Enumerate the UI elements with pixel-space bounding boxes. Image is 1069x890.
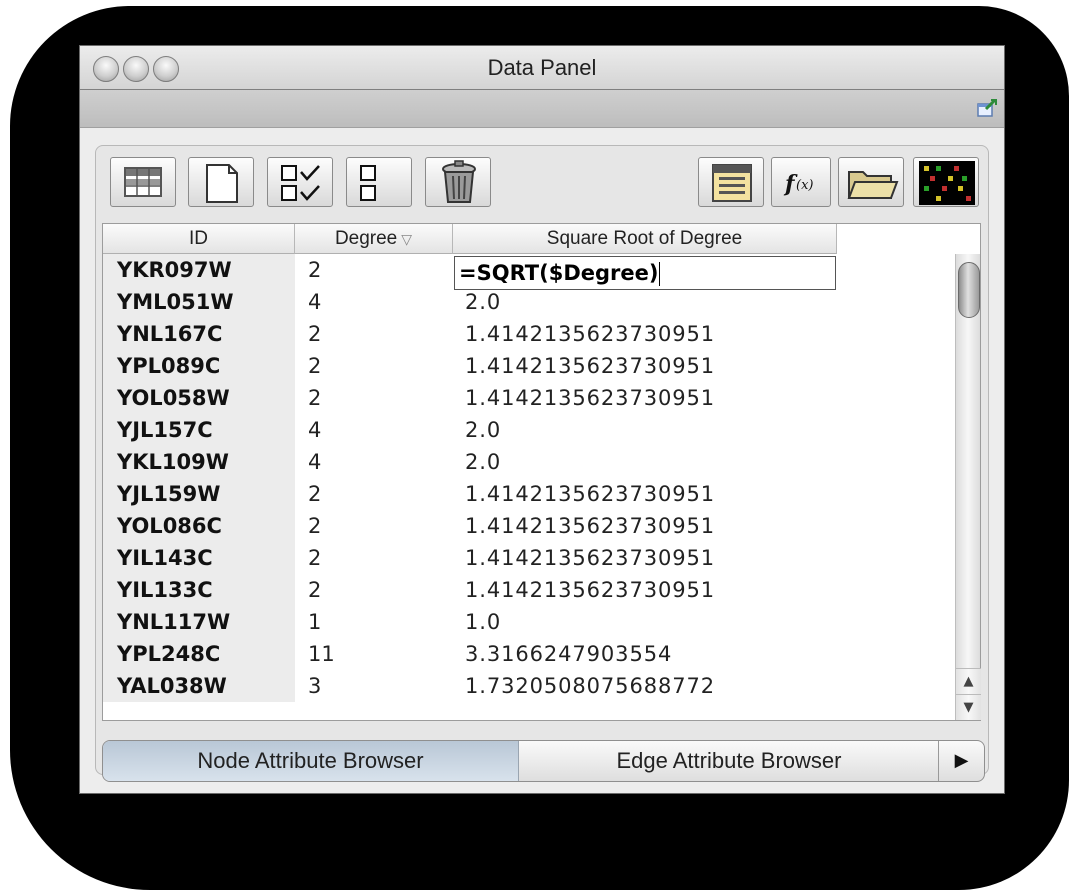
table-row[interactable]: YIL133C 2 1.4142135623730951 (103, 574, 958, 607)
function-icon: f (x) (783, 171, 813, 197)
open-folder-icon (847, 171, 899, 199)
cell-degree[interactable]: 2 (308, 382, 448, 415)
window-title: Data Panel (487, 55, 597, 80)
table-row[interactable]: YNL167C 2 1.4142135623730951 (103, 318, 958, 351)
cell-id[interactable]: YJL159W (103, 478, 295, 511)
cell-id[interactable]: YNL167C (103, 318, 295, 351)
table-row[interactable]: YPL089C 2 1.4142135623730951 (103, 350, 958, 383)
table-row[interactable]: YAL038W 3 1.7320508075688772 (103, 670, 958, 703)
text-caret (659, 262, 661, 286)
cell-sqrt[interactable]: 2.0 (465, 286, 855, 319)
table-row[interactable]: YPL248C 11 3.3166247903554 (103, 638, 958, 671)
attribute-list-button[interactable] (698, 157, 764, 207)
table-row[interactable]: YML051W 4 2.0 (103, 286, 958, 319)
cell-degree[interactable]: 2 (308, 254, 448, 287)
heatmap-button[interactable] (913, 157, 979, 207)
cell-degree[interactable]: 2 (308, 574, 448, 607)
cell-id[interactable]: YOL086C (103, 510, 295, 543)
cell-sqrt[interactable]: 1.4142135623730951 (465, 574, 855, 607)
cell-sqrt[interactable]: 2.0 (465, 414, 855, 447)
column-header-degree[interactable]: Degree ▽ (295, 224, 453, 254)
cell-sqrt[interactable]: 1.4142135623730951 (465, 542, 855, 575)
table-row[interactable]: YJL159W 2 1.4142135623730951 (103, 478, 958, 511)
table-grid-icon (124, 167, 162, 197)
table-row[interactable]: YNL117W 1 1.0 (103, 606, 958, 639)
panel-header-bar (80, 90, 1004, 128)
cell-id[interactable]: YPL248C (103, 638, 295, 671)
column-header-id[interactable]: ID (103, 224, 295, 254)
cell-id[interactable]: YIL133C (103, 574, 295, 607)
browser-tab-bar: Node Attribute Browser Edge Attribute Br… (102, 740, 985, 782)
cell-id[interactable]: YML051W (103, 286, 295, 319)
title-bar[interactable]: Data Panel (80, 46, 1004, 90)
cell-sqrt[interactable]: 1.4142135623730951 (465, 318, 855, 351)
cell-id[interactable]: YPL089C (103, 350, 295, 383)
cell-degree[interactable]: 4 (308, 286, 448, 319)
svg-text:(x): (x) (796, 178, 813, 193)
cell-sqrt[interactable]: 2.0 (465, 446, 855, 479)
cell-sqrt[interactable]: 1.4142135623730951 (465, 510, 855, 543)
cell-degree[interactable]: 11 (308, 638, 448, 671)
trash-icon (442, 160, 476, 203)
tab-edge-attribute-browser[interactable]: Edge Attribute Browser (519, 741, 939, 781)
table-row[interactable]: YOL086C 2 1.4142135623730951 (103, 510, 958, 543)
column-header-id-label: ID (189, 228, 208, 249)
cell-degree[interactable]: 1 (308, 606, 448, 639)
table-row[interactable]: YKR097W 2 =SQRT($Degree) (103, 254, 958, 290)
import-button[interactable] (838, 157, 904, 207)
cell-id[interactable]: YIL143C (103, 542, 295, 575)
scroll-down-button[interactable]: ▼ (956, 694, 981, 720)
select-all-icon (281, 165, 320, 201)
scroll-up-button[interactable]: ▲ (956, 668, 981, 694)
cell-id[interactable]: YNL117W (103, 606, 295, 639)
table-row[interactable]: YIL143C 2 1.4142135623730951 (103, 542, 958, 575)
table-row[interactable]: YOL058W 2 1.4142135623730951 (103, 382, 958, 415)
tab-overflow-arrow-icon[interactable]: ▶ (938, 741, 984, 781)
table-row[interactable]: YJL157C 4 2.0 (103, 414, 958, 447)
cell-id[interactable]: YKL109W (103, 446, 295, 479)
attribute-list-icon (712, 164, 752, 202)
cell-sqrt[interactable]: 1.4142135623730951 (465, 382, 855, 415)
new-attribute-button[interactable] (188, 157, 254, 207)
table-grid-button[interactable] (110, 157, 176, 207)
cell-degree[interactable]: 4 (308, 446, 448, 479)
column-header-degree-label: Degree (334, 228, 398, 249)
cell-sqrt[interactable]: 1.4142135623730951 (465, 350, 855, 383)
tab-node-attribute-browser[interactable]: Node Attribute Browser (103, 741, 519, 781)
column-header-sqrt-label: Square Root of Degree (546, 228, 743, 249)
scroll-thumb[interactable] (958, 262, 980, 318)
cell-id[interactable]: YKR097W (103, 254, 295, 287)
cell-id[interactable]: YJL157C (103, 414, 295, 447)
cell-sqrt[interactable]: 3.3166247903554 (465, 638, 855, 671)
table-row[interactable]: YKL109W 4 2.0 (103, 446, 958, 479)
new-page-icon (206, 164, 238, 203)
cell-sqrt[interactable]: 1.0 (465, 606, 855, 639)
cell-sqrt[interactable]: 1.4142135623730951 (465, 478, 855, 511)
cell-id[interactable]: YAL038W (103, 670, 295, 703)
sort-descending-icon[interactable]: ▽ (401, 231, 412, 247)
vertical-scrollbar[interactable]: ▲ ▼ (955, 254, 981, 720)
column-header-sqrt[interactable]: Square Root of Degree (453, 224, 837, 254)
cell-degree[interactable]: 2 (308, 350, 448, 383)
cell-degree[interactable]: 2 (308, 542, 448, 575)
deselect-all-icon (360, 165, 376, 201)
cell-sqrt[interactable]: 1.7320508075688772 (465, 670, 855, 703)
float-panel-icon[interactable] (976, 97, 998, 119)
function-builder-button[interactable]: f (x) (771, 157, 831, 207)
delete-attribute-button[interactable] (425, 157, 491, 207)
cell-degree[interactable]: 2 (308, 478, 448, 511)
select-all-button[interactable] (267, 157, 333, 207)
formula-edit-field[interactable]: =SQRT($Degree) (454, 256, 836, 290)
cell-degree[interactable]: 2 (308, 510, 448, 543)
cell-degree[interactable]: 3 (308, 670, 448, 703)
formula-text: =SQRT($Degree) (459, 261, 659, 285)
cell-degree[interactable]: 4 (308, 414, 448, 447)
cell-degree[interactable]: 2 (308, 318, 448, 351)
heatmap-icon (919, 161, 975, 205)
cell-id[interactable]: YOL058W (103, 382, 295, 415)
deselect-all-button[interactable] (346, 157, 412, 207)
attribute-table: ID Degree ▽ Square Root of Degree YKR097W… (102, 223, 981, 721)
